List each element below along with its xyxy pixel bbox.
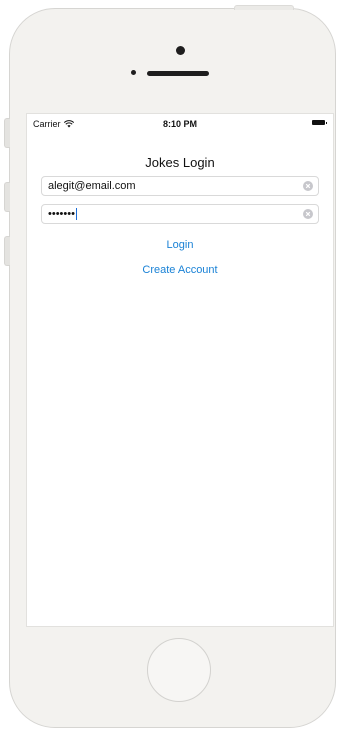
create-account-button[interactable]: Create Account [27, 264, 333, 276]
home-button[interactable] [147, 638, 211, 702]
earpiece-speaker [147, 71, 209, 76]
volume-up-button [4, 182, 10, 212]
battery-icon [312, 120, 327, 125]
email-value: alegit@email.com [48, 180, 136, 192]
volume-down-button [4, 236, 10, 266]
email-field[interactable]: alegit@email.com [41, 176, 319, 196]
power-button [234, 5, 294, 10]
status-bar: Carrier 8:10 PM [27, 114, 333, 134]
mute-switch [4, 118, 10, 148]
status-time: 8:10 PM [162, 119, 197, 129]
front-camera [176, 46, 185, 55]
app-screen: Carrier 8:10 PM Jokes Login alegit@email… [26, 113, 334, 627]
password-field[interactable]: ••••••• [41, 204, 319, 224]
page-title: Jokes Login [145, 155, 215, 170]
login-button[interactable]: Login [27, 239, 333, 251]
password-dots: ••••••• [48, 207, 75, 220]
clear-icon[interactable] [303, 209, 313, 219]
proximity-sensor [131, 70, 136, 75]
clear-icon[interactable] [303, 181, 313, 191]
text-cursor [75, 208, 78, 221]
password-value: ••••••• [42, 207, 303, 221]
